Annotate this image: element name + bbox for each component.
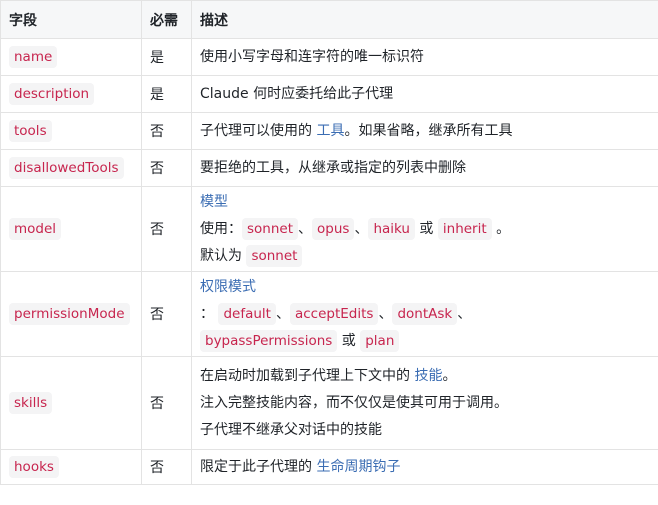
required-cell: 否 <box>141 112 192 150</box>
model-link[interactable]: 模型 <box>200 194 228 210</box>
required-cell: 否 <box>141 449 192 485</box>
option-code: bypassPermissions <box>200 329 338 352</box>
description-cell: 权限模式 ： default、 acceptEdits、 dontAsk、 bypa… <box>191 271 658 357</box>
field-cell: description <box>0 75 142 113</box>
field-code: name <box>9 46 58 68</box>
desc-line: 在启动时加载到子代理上下文中的 技能。 <box>200 363 650 390</box>
desc-text: 限定于此子代理的 <box>200 459 317 475</box>
option-code: inherit <box>437 217 492 240</box>
skills-link[interactable]: 技能 <box>414 368 442 384</box>
table-header-row: 字段 必需 描述 <box>0 0 658 39</box>
option-code: sonnet <box>246 244 303 267</box>
option-code: haiku <box>368 217 415 240</box>
table-row-description: description 是 Claude 何时应委托给此子代理 <box>0 75 658 113</box>
desc-text: 使用： <box>200 220 242 237</box>
desc-text: 。如果省略，继承所有工具 <box>344 123 513 139</box>
option-code: plan <box>360 329 400 352</box>
desc-line: 默认为 sonnet <box>200 243 650 270</box>
separator: 。 <box>491 220 511 237</box>
field-code: hooks <box>9 456 59 478</box>
required-cell: 是 <box>141 75 192 113</box>
description-cell: 子代理可以使用的 工具。如果省略，继承所有工具 <box>191 112 658 150</box>
field-cell: hooks <box>0 449 142 485</box>
table-row-skills: skills 否 在启动时加载到子代理上下文中的 技能。 注入完整技能内容，而不… <box>0 356 658 450</box>
field-cell: skills <box>0 356 142 450</box>
table-row-model: model 否 模型 使用： sonnet、 opus、 haiku 或 inheri… <box>0 186 658 272</box>
table-row-disallowed-tools: disallowedTools 否 要拒绝的工具，从继承或指定的列表中删除 <box>0 149 658 187</box>
description-cell: 要拒绝的工具，从继承或指定的列表中删除 <box>191 149 658 187</box>
desc-line: 子代理不继承父对话中的技能 <box>200 421 382 438</box>
description-cell: 使用小写字母和连字符的唯一标识符 <box>191 38 658 76</box>
field-cell: disallowedTools <box>0 149 142 187</box>
table-row-permission-mode: permissionMode 否 权限模式 ： default、 acceptEd… <box>0 271 658 357</box>
field-cell: name <box>0 38 142 76</box>
field-cell: tools <box>0 112 142 150</box>
lifecycle-hooks-link[interactable]: 生命周期钩子 <box>316 459 400 475</box>
required-cell: 否 <box>141 186 192 272</box>
header-required: 必需 <box>141 0 192 39</box>
table-row-tools: tools 否 子代理可以使用的 工具。如果省略，继承所有工具 <box>0 112 658 150</box>
required-cell: 是 <box>141 38 192 76</box>
separator: 、 <box>354 220 369 237</box>
separator: 、 <box>378 305 393 322</box>
desc-line: ： default、 acceptEdits、 dontAsk、 <box>200 301 650 328</box>
separator: 或 <box>414 220 438 237</box>
option-code: dontAsk <box>392 302 458 325</box>
required-cell: 否 <box>141 149 192 187</box>
description-cell: 在启动时加载到子代理上下文中的 技能。 注入完整技能内容，而不仅仅是使其可用于调… <box>191 356 658 450</box>
field-cell: model <box>0 186 142 272</box>
permission-mode-link[interactable]: 权限模式 <box>200 279 256 295</box>
separator: 、 <box>457 305 472 322</box>
field-code: model <box>9 218 62 240</box>
desc-line: 注入完整技能内容，而不仅仅是使其可用于调用。 <box>200 394 508 411</box>
description-cell: 模型 使用： sonnet、 opus、 haiku 或 inherit 。 默认为 … <box>191 186 658 272</box>
desc-text: 在启动时加载到子代理上下文中的 <box>200 367 415 384</box>
field-code: permissionMode <box>9 303 130 325</box>
option-code: default <box>218 302 276 325</box>
separator: 或 <box>337 332 361 349</box>
desc-line: 使用： sonnet、 opus、 haiku 或 inherit 。 <box>200 216 650 243</box>
field-code: description <box>9 83 95 105</box>
description-cell: Claude 何时应委托给此子代理 <box>191 75 658 113</box>
field-code: skills <box>9 392 53 414</box>
separator: 、 <box>275 305 290 322</box>
option-code: opus <box>312 217 355 240</box>
required-cell: 否 <box>141 271 192 357</box>
separator: 、 <box>298 220 313 237</box>
header-description: 描述 <box>191 0 658 39</box>
tools-link[interactable]: 工具 <box>316 123 344 139</box>
header-field: 字段 <box>0 0 142 39</box>
required-cell: 否 <box>141 356 192 450</box>
desc-text: 默认为 <box>200 247 247 264</box>
field-code: tools <box>9 120 52 142</box>
subagent-fields-table: 字段 必需 描述 name 是 使用小写字母和连字符的唯一标识符 descrip… <box>0 0 658 485</box>
field-cell: permissionMode <box>0 271 142 357</box>
desc-line: bypassPermissions 或 plan <box>200 328 650 355</box>
description-cell: 限定于此子代理的 生命周期钩子 <box>191 449 658 485</box>
desc-text: 。 <box>442 367 457 384</box>
option-code: sonnet <box>242 217 299 240</box>
option-code: acceptEdits <box>289 302 379 325</box>
field-code: disallowedTools <box>9 157 124 179</box>
desc-line: 模型 <box>200 189 650 216</box>
table-row-hooks: hooks 否 限定于此子代理的 生命周期钩子 <box>0 449 658 485</box>
table-row-name: name 是 使用小写字母和连字符的唯一标识符 <box>0 38 658 76</box>
separator: ： <box>200 305 214 322</box>
desc-text: 子代理可以使用的 <box>200 123 317 139</box>
desc-line: 权限模式 <box>200 274 650 301</box>
